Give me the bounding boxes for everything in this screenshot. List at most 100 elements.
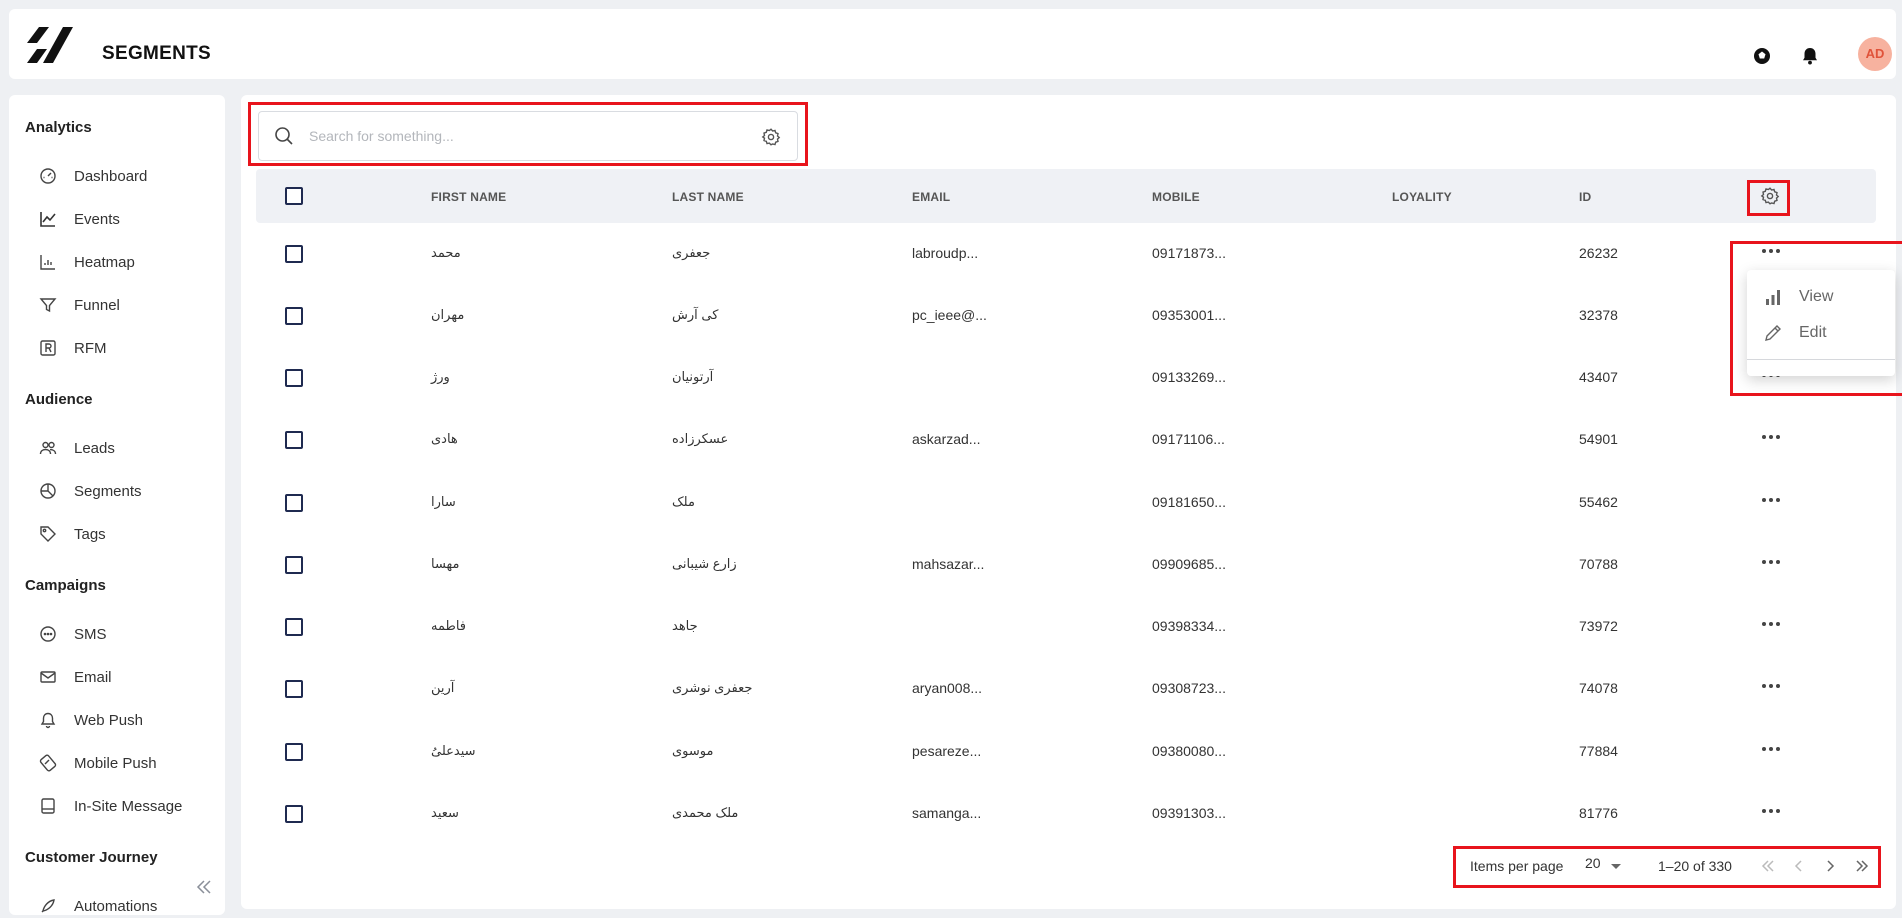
cell-last-name: ملک محمدی bbox=[672, 805, 739, 820]
column-header-id[interactable]: ID bbox=[1579, 190, 1591, 204]
column-header-last-name[interactable]: LAST NAME bbox=[672, 190, 744, 204]
dot bbox=[1769, 435, 1773, 439]
cell-id: 32378 bbox=[1579, 307, 1618, 323]
more-actions-icon[interactable] bbox=[1756, 801, 1786, 821]
cell-mobile: 09380080... bbox=[1152, 743, 1226, 759]
row-checkbox[interactable] bbox=[285, 369, 303, 387]
envelope-icon bbox=[40, 671, 56, 683]
table-row[interactable]: آرین جعفری نوشری aryan008... 09308723... 740… bbox=[256, 658, 1876, 720]
dot bbox=[1762, 622, 1766, 626]
row-checkbox[interactable] bbox=[285, 680, 303, 698]
sidebar-item-dashboard[interactable]: Dashboard bbox=[9, 157, 225, 195]
row-checkbox[interactable] bbox=[285, 245, 303, 263]
row-checkbox[interactable] bbox=[285, 743, 303, 761]
more-actions-icon[interactable] bbox=[1756, 552, 1786, 572]
row-checkbox[interactable] bbox=[285, 618, 303, 636]
table-row[interactable]: سعید ملک محمدی samanga... 09391303... 81776 bbox=[256, 783, 1876, 845]
sidebar-item-label: Dashboard bbox=[74, 168, 148, 185]
cell-mobile: 09353001... bbox=[1152, 307, 1226, 323]
bell-icon[interactable] bbox=[1799, 45, 1821, 67]
user-avatar[interactable]: AD bbox=[1858, 37, 1892, 71]
sidebar-item-label: Tags bbox=[74, 526, 106, 543]
cell-mobile: 09391303... bbox=[1152, 805, 1226, 821]
highlight-search bbox=[248, 102, 808, 166]
tag-icon bbox=[40, 526, 56, 542]
table-row[interactable]: مهسا زارع شیبانی mahsazar... 09909685... 707… bbox=[256, 534, 1876, 596]
cell-last-name: زارع شیبانی bbox=[672, 556, 737, 571]
sidebar-item-label: Mobile Push bbox=[74, 755, 157, 772]
sidebar-item-heatmap[interactable]: Heatmap bbox=[9, 243, 225, 281]
dot bbox=[1776, 747, 1780, 751]
sidebar-item-mobile-push[interactable]: Mobile Push bbox=[9, 744, 225, 782]
sidebar-item-email[interactable]: Email bbox=[9, 658, 225, 696]
logo-icon[interactable] bbox=[25, 21, 73, 67]
cell-id: 54901 bbox=[1579, 431, 1618, 447]
column-header-email[interactable]: EMAIL bbox=[912, 190, 950, 204]
cell-mobile: 09308723... bbox=[1152, 680, 1226, 696]
column-header-loyality[interactable]: LOYALITY bbox=[1392, 190, 1452, 204]
soccer-ball-icon[interactable] bbox=[1751, 45, 1773, 67]
cell-first-name: مهران bbox=[431, 307, 465, 322]
table-row[interactable]: فاطمه جاهد 09398334... 73972 bbox=[256, 596, 1876, 658]
sidebar-item-label: SMS bbox=[74, 626, 107, 643]
dot bbox=[1762, 809, 1766, 813]
table-row[interactable]: محمد جعفری labroudp... 09171873... 26232 bbox=[256, 223, 1876, 285]
dot bbox=[1769, 622, 1773, 626]
table-row[interactable]: سارا ملک 09181650... 55462 bbox=[256, 472, 1876, 534]
dot bbox=[1776, 622, 1780, 626]
more-actions-icon[interactable] bbox=[1756, 676, 1786, 696]
highlight-pagination bbox=[1453, 846, 1881, 888]
cell-first-name: سیدعلیُ bbox=[431, 743, 476, 758]
cell-id: 73972 bbox=[1579, 618, 1618, 634]
rocket-icon bbox=[41, 899, 55, 913]
table-row[interactable]: ورژ آرتونیان 09133269... 43407 bbox=[256, 347, 1876, 409]
dot bbox=[1762, 498, 1766, 502]
table-row[interactable]: هادی عسکرزاده askarzad... 09171106... 54901 bbox=[256, 409, 1876, 471]
cell-first-name: فاطمه bbox=[431, 618, 467, 633]
sidebar-item-funnel[interactable]: Funnel bbox=[9, 286, 225, 324]
collapse-sidebar-icon[interactable] bbox=[192, 876, 214, 898]
row-checkbox[interactable] bbox=[285, 431, 303, 449]
select-all-checkbox[interactable] bbox=[285, 187, 303, 205]
cell-mobile: 09398334... bbox=[1152, 618, 1226, 634]
more-actions-icon[interactable] bbox=[1756, 614, 1786, 634]
app-title: SEGMENTS bbox=[102, 43, 212, 64]
line-chart-icon bbox=[40, 212, 56, 227]
sidebar-item-label: Events bbox=[74, 211, 120, 228]
more-actions-icon[interactable] bbox=[1756, 427, 1786, 447]
table-header: FIRST NAME LAST NAME EMAIL MOBILE LOYALI… bbox=[256, 169, 1876, 223]
sidebar-item-tags[interactable]: Tags bbox=[9, 515, 225, 553]
message-box-icon bbox=[41, 798, 55, 814]
cell-id: 70788 bbox=[1579, 556, 1618, 572]
sidebar-item-web-push[interactable]: Web Push bbox=[9, 701, 225, 739]
table-row[interactable]: سیدعلیُ موسوی pesareze... 09380080... 77884 bbox=[256, 721, 1876, 783]
column-header-mobile[interactable]: MOBILE bbox=[1152, 190, 1200, 204]
sidebar-item-label: RFM bbox=[74, 340, 107, 357]
dot bbox=[1776, 498, 1780, 502]
sidebar-item-in-site-message[interactable]: In-Site Message bbox=[9, 787, 225, 825]
more-actions-icon[interactable] bbox=[1756, 490, 1786, 510]
table-row[interactable]: مهران کی آرش pc_ieee@... 09353001... 32378 bbox=[256, 285, 1876, 347]
row-checkbox[interactable] bbox=[285, 805, 303, 823]
cell-last-name: کی آرش bbox=[672, 307, 719, 322]
sidebar-item-rfm[interactable]: RFM bbox=[9, 329, 225, 367]
sidebar-item-sms[interactable]: SMS bbox=[9, 615, 225, 653]
more-actions-icon[interactable] bbox=[1756, 739, 1786, 759]
funnel-icon bbox=[39, 298, 57, 313]
row-checkbox[interactable] bbox=[285, 307, 303, 325]
sidebar-item-segments[interactable]: Segments bbox=[9, 472, 225, 510]
dot bbox=[1776, 684, 1780, 688]
sidebar-item-events[interactable]: Events bbox=[9, 200, 225, 238]
sidebar-item-leads[interactable]: Leads bbox=[9, 429, 225, 467]
row-checkbox[interactable] bbox=[285, 556, 303, 574]
column-header-first-name[interactable]: FIRST NAME bbox=[431, 190, 506, 204]
dot bbox=[1769, 498, 1773, 502]
dot bbox=[1769, 747, 1773, 751]
cell-email: pc_ieee@... bbox=[912, 307, 987, 323]
sidebar-item-label: Automations bbox=[74, 898, 158, 915]
bell-outline-icon bbox=[40, 712, 56, 729]
cell-email: askarzad... bbox=[912, 431, 981, 447]
gauge-icon bbox=[40, 168, 56, 184]
cell-last-name: جعفری نوشری bbox=[672, 680, 753, 695]
row-checkbox[interactable] bbox=[285, 494, 303, 512]
